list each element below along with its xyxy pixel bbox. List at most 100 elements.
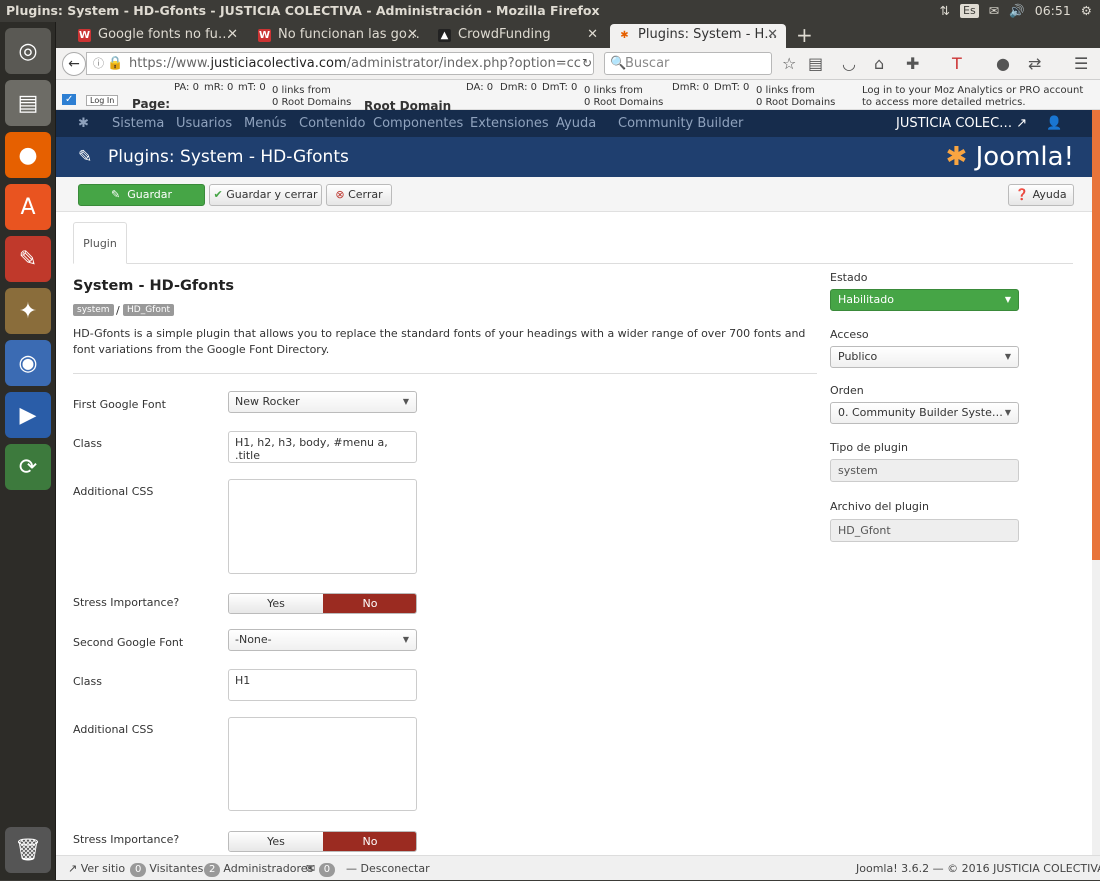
browser-tab-strip: W Google fonts no fu… ✕ W No funcionan l… [56, 22, 1100, 48]
help-button[interactable]: ❓ Ayuda [1008, 184, 1074, 206]
browser-tab[interactable]: W No funcionan las go… ✕ [250, 24, 426, 48]
save-close-button[interactable]: ✔ Guardar y cerrar [209, 184, 322, 206]
tab-close-icon[interactable]: ✕ [587, 24, 598, 46]
logout-link[interactable]: — Desconectar [346, 856, 430, 881]
tab-plugin[interactable]: Plugin [73, 222, 127, 264]
logout-label: Desconectar [360, 862, 430, 875]
moz-da-value: 0 [486, 82, 494, 93]
estado-select[interactable]: Habilitado ▼ [830, 289, 1019, 311]
transfer-icon[interactable]: ⇅ [940, 0, 950, 22]
browser-tab-active[interactable]: ✱ Plugins: System - H… ✕ [610, 24, 786, 48]
acceso-value: Publico [838, 350, 878, 363]
moz-dmt2-value: 0 [743, 82, 750, 93]
page-title: Plugins: System - HD-Gfonts [108, 147, 349, 167]
joomla-logo-icon[interactable]: ✱ [78, 110, 89, 137]
media-player-icon[interactable]: ▶ [5, 392, 51, 438]
tab-close-icon[interactable]: ✕ [227, 24, 238, 46]
chromium-icon[interactable]: ◉ [5, 340, 51, 386]
unity-launcher: ◎ ▤ ● A ✎ ✦ ◉ ▶ ⟳ 🗑 [0, 22, 56, 880]
stress-1-toggle[interactable]: Yes No [228, 593, 417, 614]
acceso-select[interactable]: Publico ▼ [830, 346, 1019, 368]
menu-community-builder[interactable]: Community Builder [618, 110, 743, 137]
reading-list-icon[interactable]: ▤ [808, 48, 823, 80]
system-settings-icon[interactable]: ✎ [5, 236, 51, 282]
reload-icon[interactable]: ↻ [574, 52, 600, 75]
dash-home-icon[interactable]: ◎ [5, 28, 51, 74]
files-icon[interactable]: ▤ [5, 80, 51, 126]
css-2-textarea[interactable] [228, 717, 417, 811]
volume-icon[interactable]: 🔊 [1009, 0, 1025, 22]
css-1-textarea[interactable] [228, 479, 417, 574]
search-box[interactable]: 🔍 Buscar [604, 52, 772, 75]
firefox-icon[interactable]: ● [5, 132, 51, 178]
view-site-link[interactable]: ↗ Ver sitio [68, 856, 125, 881]
moz-dmt2-label: DmT: [714, 82, 740, 93]
menu-sistema[interactable]: Sistema [112, 110, 164, 137]
mail-icon: ✉ [306, 862, 316, 875]
sync-icon[interactable]: ⇄ [1028, 48, 1041, 80]
version-footer: Joomla! 3.6.2 — © 2016 JUSTICIA COLECTIV… [856, 862, 1100, 875]
stress-2-yes[interactable]: Yes [229, 832, 323, 851]
mozbar-login-button[interactable]: Log In [86, 95, 119, 106]
extension-t-icon[interactable]: T [952, 48, 962, 80]
moz-pro-line-1[interactable]: Log in to your Moz Analytics or PRO acco… [862, 85, 1083, 96]
moz-extension-icon[interactable]: ● [996, 48, 1010, 80]
second-font-select[interactable]: -None- ▼ [228, 629, 417, 651]
tab-close-icon[interactable]: ✕ [407, 24, 418, 46]
url-bar[interactable]: ⓘ 🔒 https://www.justiciacolectiva.com/ad… [86, 52, 594, 75]
stress-1-no[interactable]: No [323, 594, 416, 613]
browser-tab[interactable]: W Google fonts no fu… ✕ [70, 24, 246, 48]
hamburger-menu-icon[interactable]: ☰ [1074, 48, 1088, 80]
stress-2-no[interactable]: No [323, 832, 416, 851]
moz-mt-value: 0 [259, 82, 266, 93]
menu-contenido[interactable]: Contenido [299, 110, 365, 137]
stress-2-toggle[interactable]: Yes No [228, 831, 417, 852]
keyboard-layout-indicator[interactable]: Es [960, 4, 979, 18]
class-1-label: Class [73, 437, 102, 450]
bookmark-star-icon[interactable]: ☆ [782, 48, 796, 80]
browser-tab[interactable]: ▲ CrowdFunding ✕ [430, 24, 606, 48]
home-icon[interactable]: ⌂ [874, 48, 884, 80]
user-menu-icon[interactable]: 👤 [1046, 110, 1062, 137]
tipo-label: Tipo de plugin [830, 441, 908, 454]
software-updater-icon[interactable]: ⟳ [5, 444, 51, 490]
class-2-input[interactable]: H1 [228, 669, 417, 701]
stress-1-yes[interactable]: Yes [229, 594, 323, 613]
new-tab-icon[interactable]: + [796, 24, 813, 46]
moz-links-2: 0 links from [584, 85, 643, 96]
class-1-input[interactable]: H1, h2, h3, body, #menu a, .title [228, 431, 417, 463]
menu-ayuda[interactable]: Ayuda [556, 110, 596, 137]
mozbar-logo-icon[interactable]: ✓ [62, 94, 77, 105]
moz-da: DA: 0 [466, 82, 493, 93]
software-center-icon[interactable]: A [5, 184, 51, 230]
gimp-icon[interactable]: ✦ [5, 288, 51, 334]
settings-gear-icon[interactable]: ⚙ [1081, 0, 1092, 22]
first-font-select[interactable]: New Rocker ▼ [228, 391, 417, 413]
css-2-label: Additional CSS [73, 723, 154, 736]
back-arrow-icon[interactable]: ← [62, 52, 86, 76]
tab-label: CrowdFunding [458, 27, 551, 42]
trash-icon[interactable]: 🗑 [5, 827, 51, 873]
scrollbar-thumb[interactable] [1092, 110, 1100, 560]
clock[interactable]: 06:51 [1035, 0, 1071, 22]
close-button[interactable]: ⊗ Cerrar [326, 184, 392, 206]
page-scrollbar[interactable] [1092, 110, 1100, 855]
os-title-bar: Plugins: System - HD-Gfonts - JUSTICIA C… [0, 0, 1100, 22]
menu-extensiones[interactable]: Extensiones [470, 110, 549, 137]
menu-componentes[interactable]: Componentes [373, 110, 463, 137]
orden-select[interactable]: 0. Community Builder Syste… ▼ [830, 402, 1019, 424]
browser-nav-bar: ← ⓘ 🔒 https://www.justiciacolectiva.com/… [56, 48, 1100, 80]
mail-icon[interactable]: ✉ [989, 0, 999, 22]
joomla-admin-menu: ✱ Sistema Usuarios Menús Contenido Compo… [56, 110, 1092, 137]
messages-indicator[interactable]: ✉ 0 [306, 856, 338, 881]
menu-menus[interactable]: Menús [244, 110, 286, 137]
pocket-icon[interactable]: ◡ [842, 48, 856, 80]
save-button[interactable]: ✎ Guardar [78, 184, 205, 206]
lock-icon: 🔒 [107, 56, 124, 71]
moz-mr-value: 0 [226, 82, 234, 93]
info-icon[interactable]: ⓘ [93, 53, 104, 74]
tab-close-icon[interactable]: ✕ [767, 24, 778, 46]
extension-icon[interactable]: ✚ [906, 48, 919, 80]
site-link[interactable]: JUSTICIA COLEC… ↗ [896, 110, 1027, 137]
menu-usuarios[interactable]: Usuarios [176, 110, 232, 137]
